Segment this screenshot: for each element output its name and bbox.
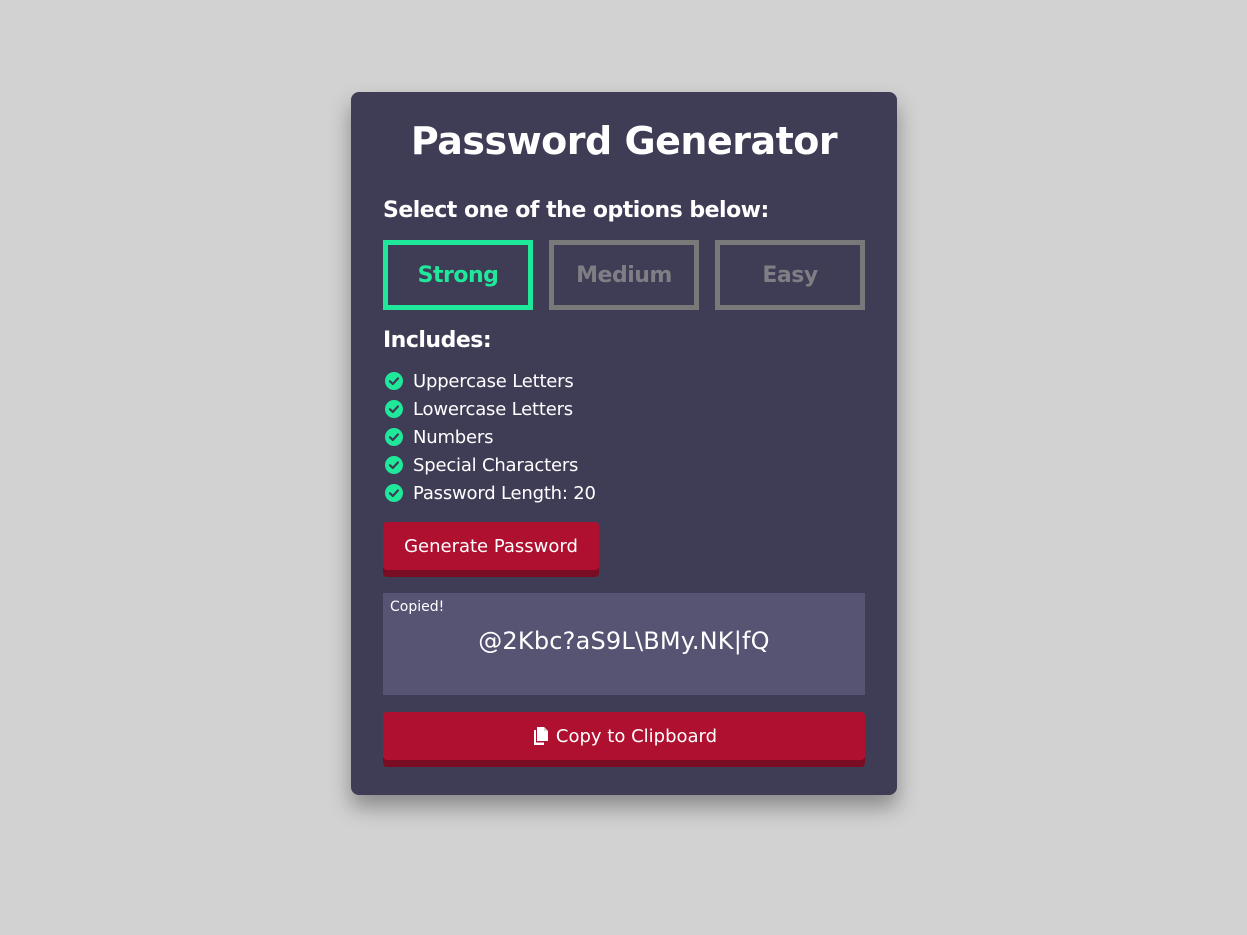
- copy-button-label: Copy to Clipboard: [555, 725, 718, 747]
- feature-label: Numbers: [413, 426, 494, 448]
- feature-label: Lowercase Letters: [413, 398, 573, 420]
- feature-label: Password Length: 20: [413, 482, 596, 504]
- list-item: Numbers: [385, 423, 596, 451]
- includes-list: Uppercase Letters Lowercase Letters Numb…: [385, 367, 596, 507]
- feature-label: Uppercase Letters: [413, 370, 574, 392]
- page-title: Password Generator: [410, 119, 838, 163]
- option-medium-button[interactable]: Medium: [549, 240, 699, 310]
- check-circle-icon: [385, 372, 403, 390]
- list-item: Password Length: 20: [385, 479, 596, 507]
- feature-label: Special Characters: [413, 454, 579, 476]
- check-circle-icon: [385, 456, 403, 474]
- generate-password-button[interactable]: Generate Password: [383, 522, 599, 570]
- copy-to-clipboard-button[interactable]: Copy to Clipboard: [383, 712, 865, 760]
- option-easy-button[interactable]: Easy: [715, 240, 865, 310]
- check-circle-icon: [385, 400, 403, 418]
- copied-status: Copied!: [390, 599, 445, 615]
- check-circle-icon: [385, 428, 403, 446]
- password-output[interactable]: Copied! @2Kbc?aS9L\BMy.NK|fQ: [383, 593, 865, 695]
- generated-password[interactable]: @2Kbc?aS9L\BMy.NK|fQ: [383, 627, 865, 655]
- strength-options: Strong Medium Easy: [383, 240, 865, 310]
- copy-icon: [531, 726, 549, 746]
- password-generator-card: Password Generator Select one of the opt…: [351, 92, 897, 795]
- list-item: Lowercase Letters: [385, 395, 596, 423]
- includes-heading: Includes:: [383, 328, 492, 353]
- option-strong-button[interactable]: Strong: [383, 240, 533, 310]
- check-circle-icon: [385, 484, 403, 502]
- options-prompt: Select one of the options below:: [383, 198, 769, 223]
- list-item: Special Characters: [385, 451, 596, 479]
- list-item: Uppercase Letters: [385, 367, 596, 395]
